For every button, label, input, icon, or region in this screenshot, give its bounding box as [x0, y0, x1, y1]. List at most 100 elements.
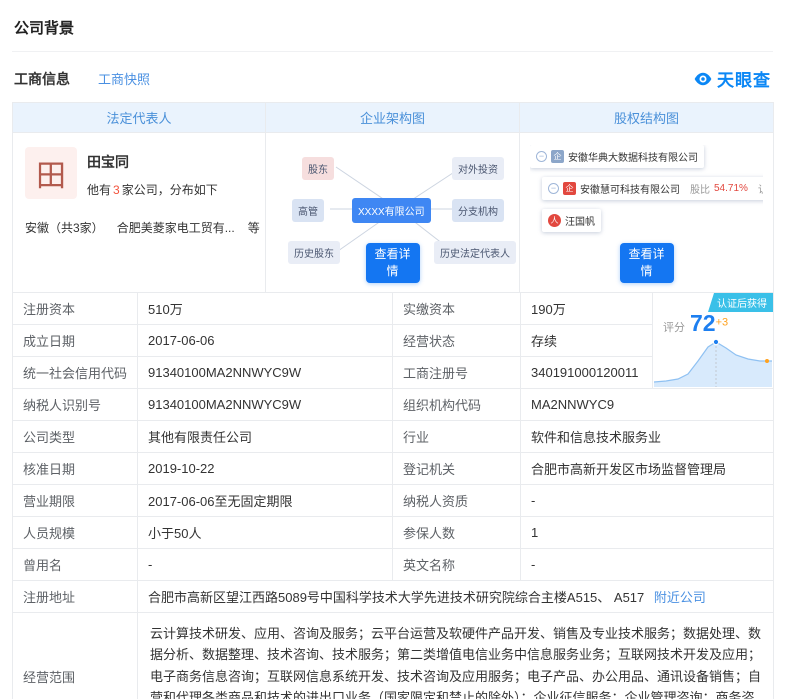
field-label: 实缴资本 [392, 292, 521, 325]
certification-ribbon: 认证后获得 [708, 293, 773, 312]
table-row: 纳税人识别号 91340100MA2NNWYC9W 组织机构代码 MA2NNWY… [12, 388, 774, 421]
org-node-branches[interactable]: 分支机构 [452, 199, 504, 222]
field-label: 行业 [392, 420, 521, 453]
tree-collapse-icon[interactable]: − [536, 151, 547, 162]
nearby-companies-link[interactable]: 附近公司 [654, 590, 706, 605]
field-label: 人员规模 [12, 516, 138, 549]
org-node-history-shareholders[interactable]: 历史股东 [288, 241, 340, 264]
subscribed-label: 认缴金额: [757, 185, 763, 196]
summary-suffix: 家公司，分布如下 [121, 183, 218, 197]
field-label: 营业期限 [12, 484, 138, 517]
score-trend-chart [654, 338, 772, 387]
equity-company-name: 安徽慧可科技有限公司 [580, 185, 680, 196]
field-value: 91340100MA2NNWYC9W [137, 388, 393, 421]
table-row-address: 注册地址 合肥市高新区望江西路5089号中国科学技术大学先进技术研究院综合主楼A… [12, 580, 774, 613]
field-value: 其他有限责任公司 [137, 420, 393, 453]
equity-chart-detail-button[interactable]: 查看详情 [619, 243, 674, 283]
org-chart-detail-button[interactable]: 查看详情 [365, 243, 420, 283]
tab-bar: 工商信息 工商快照 天眼查 [12, 52, 773, 102]
header-org-chart: 企业架构图 [265, 102, 520, 133]
table-row: 曾用名 - 英文名称 - [12, 548, 774, 581]
eye-icon [694, 72, 712, 85]
brand-logo[interactable]: 天眼查 [693, 66, 771, 91]
legal-rep-cell: 田 田宝同 他有 3 家公司，分布如下 安徽（共3家） 合肥美菱家电工贸有... 等 [12, 132, 266, 293]
equity-row-shareholder: − 企 安徽慧可科技有限公司 股比 54.71% 认缴金额: 279.0001万 [542, 177, 763, 200]
avatar: 田 [25, 147, 77, 199]
company-background-card: 公司背景 工商信息 工商快照 天眼查 法定代表人 企业架构图 股权结构图 田 田… [0, 0, 785, 699]
page-title: 公司背景 [12, 0, 773, 52]
field-value: 190万 [520, 292, 653, 325]
field-value: - [520, 548, 774, 581]
field-label: 组织机构代码 [392, 388, 521, 421]
legal-rep-summary: 田 田宝同 他有 3 家公司，分布如下 [25, 147, 253, 199]
org-node-company[interactable]: XXXX有限公司 [352, 198, 431, 223]
field-value: - [137, 548, 393, 581]
field-label: 参保人数 [392, 516, 521, 549]
company-count: 3 [113, 183, 120, 197]
org-node-executives[interactable]: 高管 [292, 199, 324, 222]
company-info-table: 注册资本 510万 实缴资本 190万 认证后获得 评分 72+3 成立日期 2… [12, 292, 774, 699]
field-label: 注册资本 [12, 292, 138, 325]
header-equity-chart: 股权结构图 [519, 102, 774, 133]
field-value: 1 [520, 516, 774, 549]
table-header-row: 法定代表人 企业架构图 股权结构图 [12, 102, 774, 133]
score-value: 72 [690, 310, 716, 336]
table-row: 公司类型 其他有限责任公司 行业 软件和信息技术服务业 [12, 420, 774, 453]
score-delta: +3 [715, 316, 729, 329]
field-label: 注册地址 [12, 580, 138, 613]
company-icon: 企 [563, 182, 576, 195]
org-node-investments[interactable]: 对外投资 [452, 157, 504, 180]
address-cell: 合肥市高新区望江西路5089号中国科学技术大学先进技术研究院综合主楼A515、 … [137, 580, 774, 613]
field-value: 510万 [137, 292, 393, 325]
field-label: 经营范围 [12, 611, 138, 699]
field-label: 成立日期 [12, 324, 138, 357]
business-scope-value: 云计算技术研发、应用、咨询及服务；云平台运营及软硬件产品开发、销售及专业技术服务… [137, 611, 774, 699]
legal-rep-name[interactable]: 田宝同 [87, 152, 218, 172]
header-legal-rep: 法定代表人 [12, 102, 266, 133]
field-label: 纳税人资质 [392, 484, 521, 517]
tree-collapse-icon[interactable]: − [548, 183, 559, 194]
field-value: 2017-06-06 [137, 324, 393, 357]
company-icon: 企 [551, 150, 564, 163]
field-value: 2019-10-22 [137, 452, 393, 485]
field-value: 合肥市高新开发区市场监督管理局 [520, 452, 774, 485]
equity-row-root: − 企 安徽华典大数据科技有限公司 [530, 145, 704, 168]
equity-person-name: 汪国帆 [565, 217, 595, 228]
field-label: 纳税人识别号 [12, 388, 138, 421]
equity-company-name: 安徽华典大数据科技有限公司 [568, 153, 698, 164]
related-company: 合肥美菱家电工贸有... [116, 221, 235, 235]
field-label: 公司类型 [12, 420, 138, 453]
ratio-value: 54.71% [714, 183, 748, 194]
field-label: 曾用名 [12, 548, 138, 581]
legal-rep-distribution: 安徽（共3家） 合肥美菱家电工贸有... 等 [25, 219, 260, 236]
region-label: 安徽（共3家） [25, 221, 104, 235]
table-row: 核准日期 2019-10-22 登记机关 合肥市高新开发区市场监督管理局 [12, 452, 774, 485]
org-node-shareholders[interactable]: 股东 [302, 157, 334, 180]
tab-business-snapshot[interactable]: 工商快照 [98, 69, 150, 88]
table-row: 营业期限 2017-06-06至无固定期限 纳税人资质 - [12, 484, 774, 517]
table-row: 注册资本 510万 实缴资本 190万 认证后获得 评分 72+3 [12, 292, 774, 389]
field-label: 工商注册号 [392, 356, 521, 389]
field-value: - [520, 484, 774, 517]
org-node-history-legal-rep[interactable]: 历史法定代表人 [434, 241, 516, 264]
etc-label: 等 [247, 221, 260, 235]
field-value: 小于50人 [137, 516, 393, 549]
field-value: 340191000120011 [520, 356, 653, 389]
field-value: MA2NNWYC9 [520, 388, 774, 421]
diagram-table: 法定代表人 企业架构图 股权结构图 田 田宝同 他有 3 家公司，分布如下 安徽（共… [12, 102, 774, 293]
equity-row-person: 人 汪国帆 [542, 209, 601, 232]
org-chart-cell: 股东 高管 历史股东 XXXX有限公司 对外投资 分支机构 历史法定代表人 查看… [265, 132, 520, 293]
field-label: 统一社会信用代码 [12, 356, 138, 389]
field-label: 核准日期 [12, 452, 138, 485]
field-value: 存续 [520, 324, 653, 357]
summary-prefix: 他有 [87, 183, 112, 197]
score-widget: 认证后获得 评分 72+3 [652, 292, 774, 389]
equity-chart-cell: − 企 安徽华典大数据科技有限公司 − 企 安徽慧可科技有限公司 股比 54.7… [519, 132, 774, 293]
brand-name: 天眼查 [717, 71, 771, 90]
person-icon: 人 [548, 214, 561, 227]
field-label: 登记机关 [392, 452, 521, 485]
tab-business-info[interactable]: 工商信息 [14, 69, 70, 89]
field-label: 英文名称 [392, 548, 521, 581]
field-value: 91340100MA2NNWYC9W [137, 356, 393, 389]
field-label: 经营状态 [392, 324, 521, 357]
